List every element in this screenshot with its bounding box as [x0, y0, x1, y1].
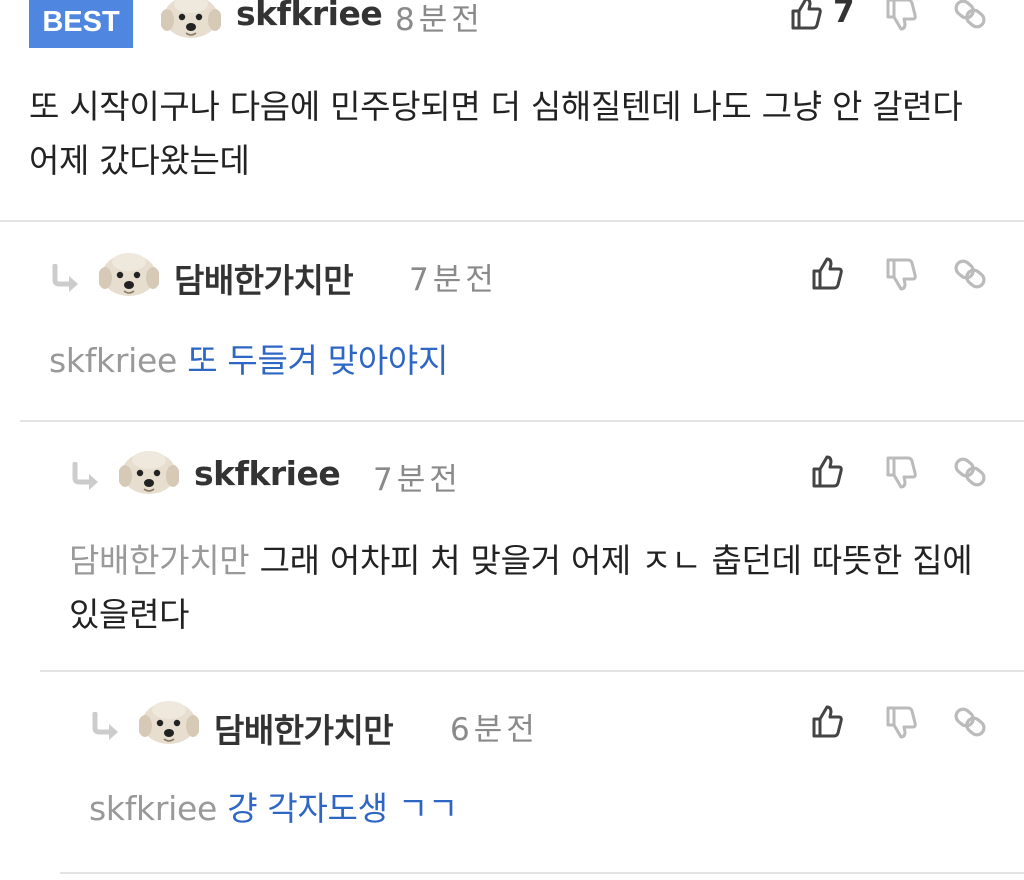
comment-author[interactable]: 담배한가치만	[214, 704, 394, 752]
comment-header: skfkriee 7분전	[0, 448, 1024, 508]
comment-author[interactable]: skfkriee	[236, 0, 383, 33]
comment-time: 7분전	[409, 262, 498, 298]
thumbs-down-icon[interactable]	[882, 454, 918, 490]
mention-tag[interactable]: skfkriee	[49, 341, 177, 380]
thumbs-up-icon[interactable]	[787, 0, 823, 32]
comment-body: 또 두들겨 맞아야지	[187, 341, 449, 380]
reply-arrow-icon	[89, 712, 125, 742]
thumbs-up-icon[interactable]	[808, 454, 844, 490]
reply-item: 담배한가치만 7분전 skfkriee 또 두들겨 맞아야지	[0, 222, 1024, 420]
comment-text: 또 시작이구나 다음에 민주당되면 더 심해질텐데 나도 그냥 안 갈련다 어제…	[29, 80, 989, 188]
comment-divider	[60, 872, 1024, 874]
thumbs-down-icon[interactable]	[882, 704, 918, 740]
reply-item: skfkriee 7분전 담배한가치만 그래 어차피 처 맞을거 어제 ㅈㄴ 춥…	[0, 422, 1024, 670]
comment-author[interactable]: skfkriee	[194, 454, 341, 493]
comment-time: 8분전	[395, 2, 484, 38]
comment-body: 또 시작이구나 다음에 민주당되면 더 심해질텐데 나도 그냥 안 갈련다 어제…	[29, 87, 963, 180]
thumbs-up-icon[interactable]	[808, 704, 844, 740]
reply-arrow-icon	[49, 264, 85, 294]
comment-header: 담배한가치만 6분전	[0, 698, 1024, 758]
like-count: 7	[833, 0, 855, 30]
avatar-dog-icon[interactable]	[139, 698, 199, 748]
comment-text: skfkriee 또 두들겨 맞아야지	[49, 334, 989, 388]
mention-tag[interactable]: 담배한가치만	[69, 541, 250, 580]
best-badge: BEST	[29, 0, 133, 48]
comment-body: 걍 각자도생 ㄱㄱ	[227, 789, 458, 828]
comment-item: BEST skfkriee 8분전 7 또 시작이구나 다음에 민주당되면 더 …	[0, 0, 1024, 220]
link-icon[interactable]	[952, 0, 988, 32]
link-icon[interactable]	[952, 454, 988, 490]
link-icon[interactable]	[952, 704, 988, 740]
link-icon[interactable]	[952, 256, 988, 292]
comment-header: 담배한가치만 7분전	[0, 250, 1024, 310]
thumbs-up-icon[interactable]	[808, 256, 844, 292]
comment-text: skfkriee 걍 각자도생 ㄱㄱ	[89, 782, 999, 836]
thumbs-down-icon[interactable]	[882, 0, 918, 32]
avatar-dog-icon[interactable]	[119, 448, 179, 498]
comment-author[interactable]: 담배한가치만	[174, 254, 354, 302]
reply-item: 담배한가치만 6분전 skfkriee 걍 각자도생 ㄱㄱ	[0, 672, 1024, 872]
avatar-dog-icon[interactable]	[99, 250, 159, 300]
comment-header: BEST skfkriee 8분전 7	[0, 0, 1024, 60]
comment-time: 6분전	[450, 712, 539, 748]
comment-text: 담배한가치만 그래 어차피 처 맞을거 어제 ㅈㄴ 춥던데 따뜻한 집에 있을련…	[69, 534, 999, 642]
comment-time: 7분전	[373, 462, 462, 498]
thumbs-down-icon[interactable]	[882, 256, 918, 292]
reply-arrow-icon	[69, 462, 105, 492]
mention-tag[interactable]: skfkriee	[89, 789, 217, 828]
avatar-dog-icon[interactable]	[161, 0, 221, 42]
